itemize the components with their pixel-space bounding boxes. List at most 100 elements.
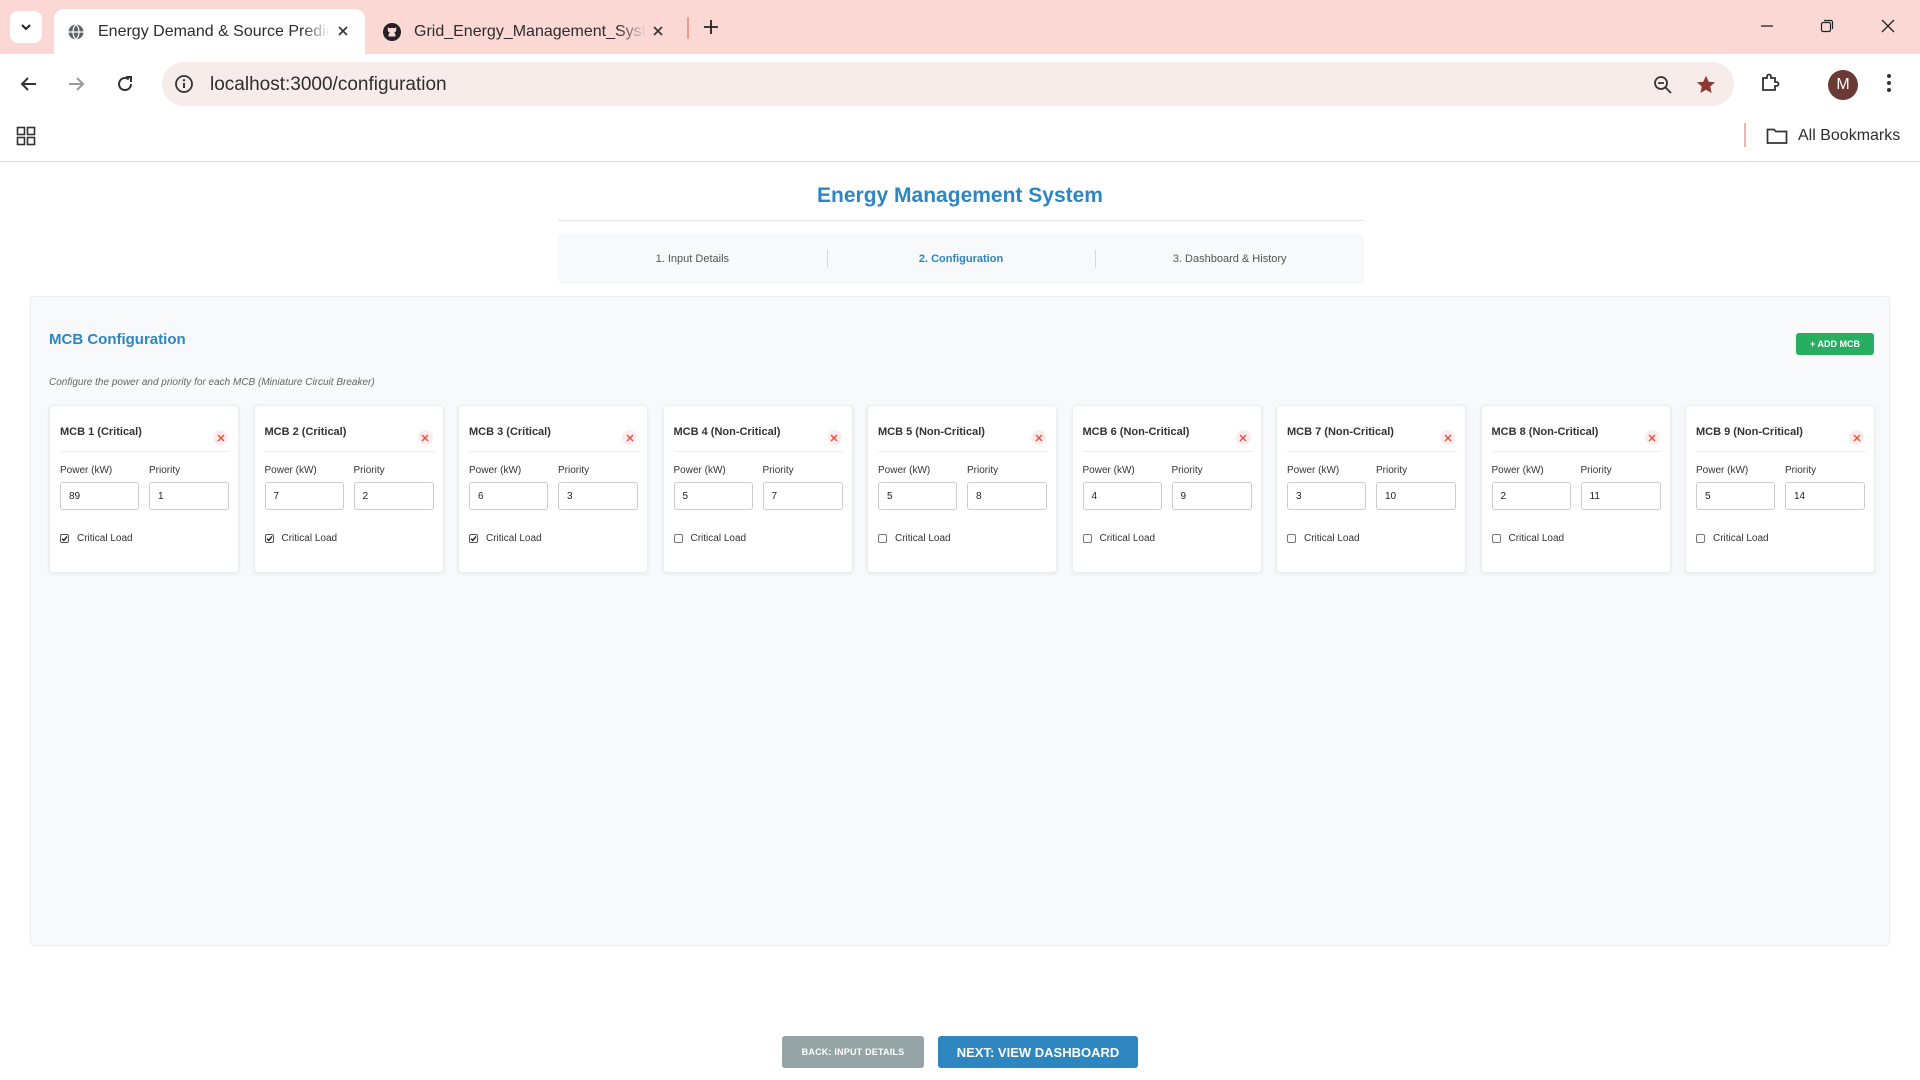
card-divider [1491,451,1662,452]
app-page: Energy Management System 1. Input Detail… [0,162,1920,1080]
remove-mcb-button[interactable] [417,430,433,445]
critical-checkbox[interactable] [673,534,683,543]
power-input[interactable]: 2 [1491,482,1571,510]
remove-mcb-button[interactable] [1644,430,1660,445]
restore-icon [1820,19,1834,33]
priority-input[interactable]: 3 [558,482,638,510]
priority-label: Priority [762,465,794,476]
remove-mcb-button[interactable] [826,430,842,445]
priority-input[interactable]: 14 [1785,482,1865,510]
critical-checkbox[interactable] [1287,534,1296,543]
mcb-card: MCB 6 (Non-Critical) Power (kW) Priority… [1071,405,1262,573]
new-tab-button[interactable] [697,13,725,41]
priority-input[interactable]: 7 [762,482,843,510]
critical-load-toggle[interactable]: Critical Load [673,533,746,544]
mcb-card: MCB 7 (Non-Critical) Power (kW) Priority… [1276,405,1466,573]
step-dashboard-history[interactable]: 3. Dashboard & History [1095,250,1364,268]
remove-mcb-button[interactable] [1440,430,1455,445]
critical-checkbox[interactable] [60,534,69,543]
power-input[interactable]: 6 [469,482,548,510]
critical-checkbox[interactable] [878,534,887,543]
priority-input[interactable]: 10 [1376,482,1456,510]
close-window-button[interactable] [1866,10,1910,42]
critical-load-toggle[interactable]: Critical Load [469,533,542,544]
bookmark-star-icon[interactable] [1692,71,1720,99]
chevron-down-icon [21,24,31,31]
power-label: Power (kW) [1082,465,1135,476]
priority-input[interactable]: 8 [967,482,1047,510]
power-input[interactable]: 5 [1696,482,1775,510]
critical-load-toggle[interactable]: Critical Load [878,533,951,544]
step-configuration[interactable]: 2. Configuration [826,250,1096,268]
power-input[interactable]: 4 [1082,482,1162,510]
back-nav-button[interactable] [12,67,46,101]
critical-checkbox[interactable] [469,534,478,543]
remove-mcb-button[interactable] [213,430,228,445]
priority-label: Priority [1580,465,1612,476]
close-tab-icon[interactable] [648,21,668,41]
remove-mcb-button[interactable] [622,430,637,445]
next-view-dashboard-button[interactable]: NEXT: VIEW DASHBOARD [938,1036,1138,1068]
bookmarks-bar: All Bookmarks [0,112,1920,162]
bookmarks-separator [1744,123,1746,147]
power-input[interactable]: 5 [673,482,753,510]
priority-input[interactable]: 11 [1580,482,1661,510]
remove-mcb-button[interactable] [1235,430,1251,445]
power-input[interactable]: 5 [878,482,957,510]
mcb-card: MCB 8 (Non-Critical) Power (kW) Priority… [1480,405,1671,573]
power-input[interactable]: 3 [1287,482,1366,510]
critical-checkbox[interactable] [1491,534,1501,543]
critical-load-toggle[interactable]: Critical Load [1696,533,1769,544]
site-info-icon[interactable] [172,72,196,96]
step-indicator: 1. Input Details 2. Configuration 3. Das… [558,234,1364,284]
minimize-button[interactable] [1745,10,1789,42]
remove-mcb-button[interactable] [1031,430,1046,445]
critical-load-toggle[interactable]: Critical Load [264,533,337,544]
priority-input[interactable]: 2 [353,482,434,510]
back-input-details-button[interactable]: BACK: INPUT DETAILS [782,1036,924,1068]
critical-load-toggle[interactable]: Critical Load [60,533,133,544]
critical-load-toggle[interactable]: Critical Load [1082,533,1155,544]
forward-nav-button[interactable] [59,67,93,101]
apps-button[interactable] [12,122,40,150]
add-mcb-button[interactable]: + ADD MCB [1796,333,1874,355]
browser-tab-active[interactable]: Energy Demand & Source Prediction [54,9,365,54]
close-tab-icon[interactable] [333,21,353,41]
critical-label: Critical Load [77,533,133,544]
browser-toolbar: localhost:3000/configuration [0,54,1920,112]
reload-button[interactable] [108,67,142,101]
browser-menu-button[interactable] [1872,66,1906,100]
mcb-title: MCB 1 (Critical) [60,426,142,438]
url-text: localhost:3000/configuration [210,74,447,95]
title-divider [558,220,1364,221]
power-input[interactable]: 7 [264,482,344,510]
close-icon [830,434,838,441]
extensions-button[interactable] [1753,66,1787,100]
all-bookmarks-button[interactable]: All Bookmarks [1766,122,1900,150]
remove-mcb-button[interactable] [1849,430,1864,445]
critical-checkbox[interactable] [264,534,274,543]
critical-checkbox[interactable] [1082,534,1092,543]
power-input[interactable]: 89 [60,482,139,510]
critical-label: Critical Load [1713,533,1769,544]
priority-input[interactable]: 1 [149,482,229,510]
step-input-details[interactable]: 1. Input Details [558,253,827,265]
tab-search-button[interactable] [10,11,42,43]
browser-tab[interactable]: Grid_Energy_Management_System [370,9,680,54]
tab-title: Energy Demand & Source Prediction [98,22,330,40]
priority-input[interactable]: 9 [1171,482,1252,510]
critical-load-toggle[interactable]: Critical Load [1287,533,1360,544]
critical-load-toggle[interactable]: Critical Load [1491,533,1564,544]
checkmark-icon [61,535,68,542]
profile-avatar[interactable]: M [1828,70,1858,100]
priority-label: Priority [967,465,999,476]
zoom-icon[interactable] [1650,72,1676,98]
critical-checkbox[interactable] [1696,534,1705,543]
address-bar[interactable]: localhost:3000/configuration [162,62,1734,106]
card-divider [673,451,844,452]
restore-button[interactable] [1805,10,1849,42]
mcb-title: MCB 4 (Non-Critical) [673,426,781,438]
mcb-title: MCB 7 (Non-Critical) [1287,426,1394,438]
plus-icon [704,20,718,34]
section-subtitle: Configure the power and priority for eac… [49,377,375,388]
